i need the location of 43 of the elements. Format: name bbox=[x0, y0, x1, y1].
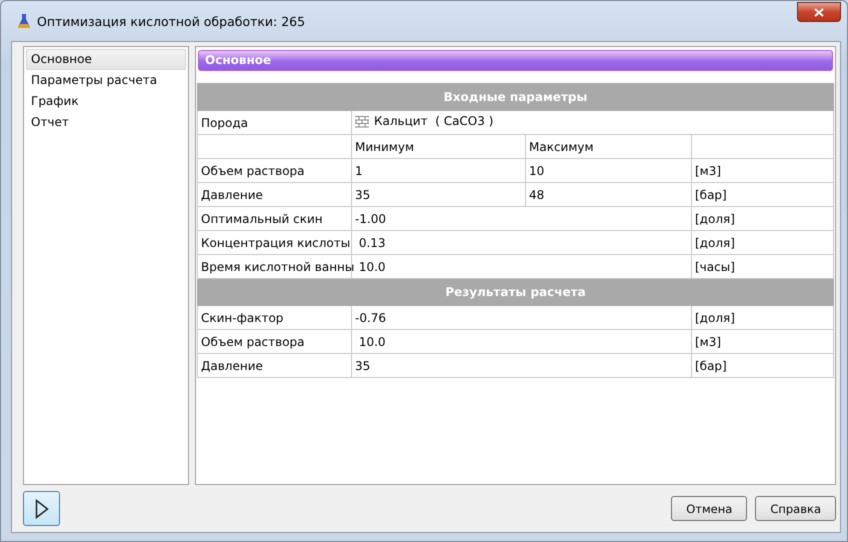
table-cell: 48 bbox=[526, 182, 692, 206]
table-cell: 35 bbox=[352, 354, 692, 378]
rock-value: Кальцит ( CaCO3 ) bbox=[374, 114, 494, 128]
table-cell: [доля] bbox=[692, 206, 834, 230]
table-cell: 0.13 bbox=[352, 230, 692, 254]
sidebar-item[interactable]: График bbox=[26, 91, 186, 112]
flask-icon bbox=[17, 13, 31, 29]
table-cell: [м3] bbox=[692, 330, 834, 354]
window-title: Оптимизация кислотной обработки: 265 bbox=[37, 14, 306, 28]
table-cell: Объем раствора bbox=[198, 158, 352, 182]
close-icon bbox=[814, 8, 824, 16]
sidebar-item[interactable]: Параметры расчета bbox=[26, 70, 186, 91]
column-header: Максимум bbox=[526, 134, 692, 158]
table-cell: [доля] bbox=[692, 230, 834, 254]
play-icon bbox=[34, 498, 48, 518]
dialog-button[interactable]: Справка bbox=[755, 496, 836, 521]
play-button[interactable] bbox=[23, 491, 60, 526]
table-cell: [доля] bbox=[692, 306, 834, 330]
sidebar-item[interactable]: Основное bbox=[26, 49, 186, 70]
table-cell: 10.0 bbox=[352, 330, 692, 354]
table-cell: Концентрация кислоты bbox=[198, 230, 352, 254]
table-cell: Давление bbox=[198, 354, 352, 378]
sidebar-item[interactable]: Отчет bbox=[26, 112, 186, 133]
table-cell: -1.00 bbox=[352, 206, 692, 230]
table-cell: Оптимальный скин bbox=[198, 206, 352, 230]
table-cell: 10 bbox=[526, 158, 692, 182]
table-cell: 35 bbox=[352, 182, 526, 206]
table-cell: Скин-фактор bbox=[198, 306, 352, 330]
brick-icon bbox=[355, 114, 369, 128]
table-cell: [м3] bbox=[692, 158, 834, 182]
panel-title: Основное bbox=[198, 50, 833, 71]
table-cell: Объем раствора bbox=[198, 330, 352, 354]
dialog-button[interactable]: Отмена bbox=[671, 496, 748, 521]
table-cell: Порода bbox=[198, 110, 352, 134]
table-cell: [бар] bbox=[692, 354, 834, 378]
column-header: Минимум bbox=[352, 134, 526, 158]
table-cell: [бар] bbox=[692, 182, 834, 206]
section-header: Результаты расчета bbox=[198, 278, 834, 306]
close-button[interactable] bbox=[797, 2, 841, 22]
table-cell: -0.76 bbox=[352, 306, 692, 330]
section-header: Входные параметры bbox=[198, 84, 834, 110]
table-cell: 1 bbox=[352, 158, 526, 182]
table-cell: Давление bbox=[198, 182, 352, 206]
